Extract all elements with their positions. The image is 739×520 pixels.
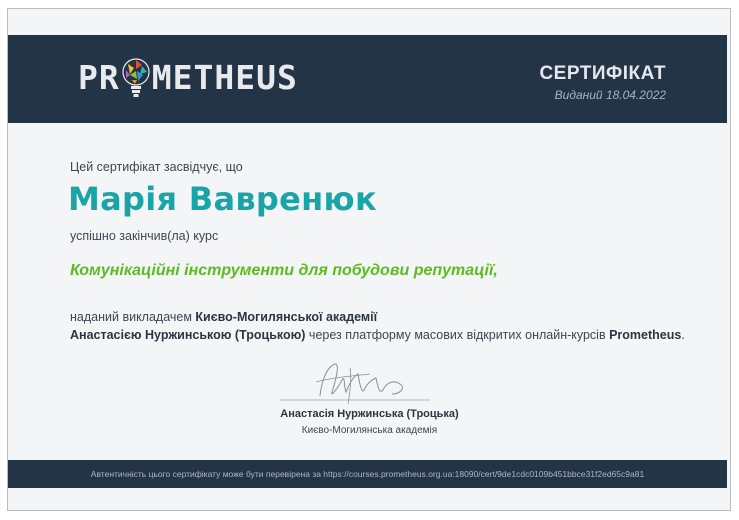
signatory-organization: Києво-Могилянська академія bbox=[301, 425, 438, 436]
issued-date: Виданий 18.04.2022 bbox=[554, 88, 666, 102]
course-title: Комунікаційні інструменти для побудови р… bbox=[70, 262, 498, 279]
period: . bbox=[681, 328, 685, 342]
instructor-name: Анастасією Нуржинською (Троцькою) bbox=[70, 328, 306, 342]
logo-text-right: METHEUS bbox=[151, 57, 298, 97]
signatory-name: Анастасія Нуржинська (Троцька) bbox=[280, 408, 459, 420]
certificate-footer: Автентичність цього сертифікату може бут… bbox=[8, 460, 727, 488]
handwritten-signature bbox=[280, 363, 430, 405]
given-by-prefix: наданий викладачем bbox=[70, 310, 196, 324]
given-by-paragraph: наданий викладачем Києво-Могилянської ак… bbox=[70, 308, 685, 344]
prometheus-logo: PR METHEUS bbox=[78, 47, 298, 107]
logo-text-left: PR bbox=[78, 57, 120, 97]
platform-text: через платформу масових відкритих онлайн… bbox=[305, 328, 610, 342]
lightbulb-icon bbox=[122, 58, 150, 97]
verification-text[interactable]: Автентичність цього сертифікату може бут… bbox=[91, 469, 644, 479]
certificate-title: СЕРТИФІКАТ bbox=[539, 63, 666, 84]
completed-text: успішно закінчив(ла) курс bbox=[70, 229, 219, 243]
institution-name: Києво-Могилянської академії bbox=[195, 310, 378, 324]
recipient-name: Марія Вавренюк bbox=[68, 180, 377, 218]
certificate-heading-block: СЕРТИФІКАТ Виданий 18.04.2022 bbox=[539, 63, 666, 102]
platform-name: Prometheus bbox=[609, 328, 682, 342]
intro-text: Цей сертифікат засвідчує, що bbox=[70, 160, 243, 174]
